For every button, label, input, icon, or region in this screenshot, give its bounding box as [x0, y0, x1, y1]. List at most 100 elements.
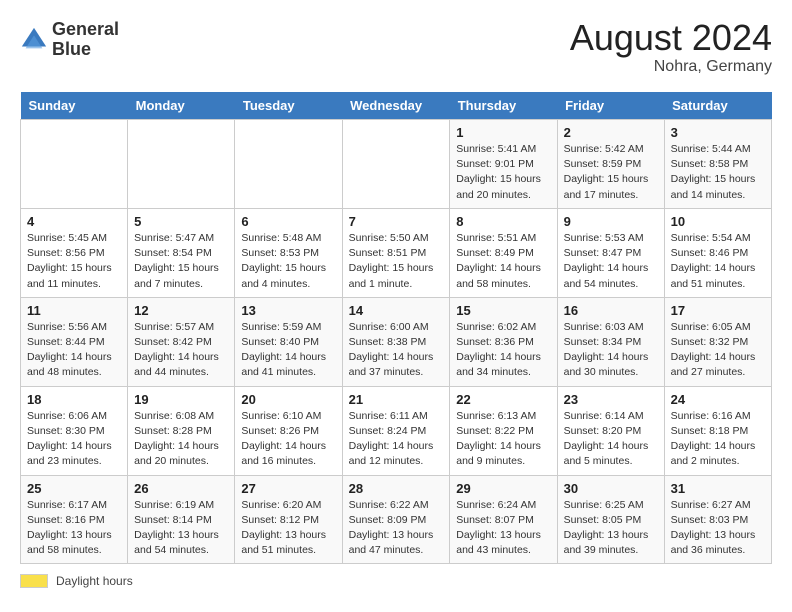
day-info: Sunrise: 5:53 AM Sunset: 8:47 PM Dayligh…	[564, 231, 658, 292]
day-number: 2	[564, 125, 658, 140]
day-number: 27	[241, 481, 335, 496]
day-number: 4	[27, 214, 121, 229]
day-cell: 19 Sunrise: 6:08 AM Sunset: 8:28 PM Dayli…	[128, 386, 235, 475]
day-cell: 13 Sunrise: 5:59 AM Sunset: 8:40 PM Dayli…	[235, 297, 342, 386]
weekday-friday: Friday	[557, 92, 664, 120]
day-info: Sunrise: 6:05 AM Sunset: 8:32 PM Dayligh…	[671, 320, 765, 381]
logo-line2: Blue	[52, 40, 119, 60]
day-info: Sunrise: 5:59 AM Sunset: 8:40 PM Dayligh…	[241, 320, 335, 381]
day-number: 18	[27, 392, 121, 407]
day-info: Sunrise: 6:25 AM Sunset: 8:05 PM Dayligh…	[564, 498, 658, 559]
day-number: 20	[241, 392, 335, 407]
day-number: 13	[241, 303, 335, 318]
day-info: Sunrise: 6:02 AM Sunset: 8:36 PM Dayligh…	[456, 320, 550, 381]
day-cell: 11Sunrise: 5:56 AM Sunset: 8:44 PM Dayli…	[21, 297, 128, 386]
day-cell: 8Sunrise: 5:51 AM Sunset: 8:49 PM Daylig…	[450, 208, 557, 297]
day-info: Sunrise: 6:16 AM Sunset: 8:18 PM Dayligh…	[671, 409, 765, 470]
week-row-2: 4 Sunrise: 5:45 AM Sunset: 8:56 PM Daylig…	[21, 208, 772, 297]
day-info: Sunrise: 5:41 AM Sunset: 9:01 PM Dayligh…	[456, 142, 550, 203]
day-info: Sunrise: 6:08 AM Sunset: 8:28 PM Dayligh…	[134, 409, 228, 470]
month-year: August 2024	[570, 20, 772, 56]
day-cell	[235, 120, 342, 209]
day-cell: 25Sunrise: 6:17 AM Sunset: 8:16 PM Dayli…	[21, 475, 128, 564]
day-info: Sunrise: 5:47 AM Sunset: 8:54 PM Dayligh…	[134, 231, 228, 292]
day-info: Sunrise: 6:14 AM Sunset: 8:20 PM Dayligh…	[564, 409, 658, 470]
day-number: 3	[671, 125, 765, 140]
day-info: Sunrise: 6:24 AM Sunset: 8:07 PM Dayligh…	[456, 498, 550, 559]
day-number: 12	[134, 303, 228, 318]
week-row-5: 25Sunrise: 6:17 AM Sunset: 8:16 PM Dayli…	[21, 475, 772, 564]
day-cell: 28 Sunrise: 6:22 AM Sunset: 8:09 PM Dayli…	[342, 475, 450, 564]
day-number: 1	[456, 125, 550, 140]
day-number: 30	[564, 481, 658, 496]
day-info: Sunrise: 5:45 AM Sunset: 8:56 PM Dayligh…	[27, 231, 121, 292]
day-info: Sunrise: 6:17 AM Sunset: 8:16 PM Dayligh…	[27, 498, 121, 559]
day-info: Sunrise: 6:19 AM Sunset: 8:14 PM Dayligh…	[134, 498, 228, 559]
day-cell: 7 Sunrise: 5:50 AM Sunset: 8:51 PM Daylig…	[342, 208, 450, 297]
day-cell: 16Sunrise: 6:03 AM Sunset: 8:34 PM Dayli…	[557, 297, 664, 386]
day-number: 8	[456, 214, 550, 229]
day-cell: 22 Sunrise: 6:13 AM Sunset: 8:22 PM Dayli…	[450, 386, 557, 475]
footer: Daylight hours	[20, 574, 772, 588]
weekday-monday: Monday	[128, 92, 235, 120]
logo-icon	[20, 26, 48, 54]
day-info: Sunrise: 6:27 AM Sunset: 8:03 PM Dayligh…	[671, 498, 765, 559]
day-number: 29	[456, 481, 550, 496]
location: Nohra, Germany	[570, 58, 772, 76]
day-cell: 6 Sunrise: 5:48 AM Sunset: 8:53 PM Daylig…	[235, 208, 342, 297]
day-info: Sunrise: 5:44 AM Sunset: 8:58 PM Dayligh…	[671, 142, 765, 203]
day-number: 16	[564, 303, 658, 318]
day-number: 14	[349, 303, 444, 318]
day-cell: 26 Sunrise: 6:19 AM Sunset: 8:14 PM Dayli…	[128, 475, 235, 564]
day-cell: 12Sunrise: 5:57 AM Sunset: 8:42 PM Dayli…	[128, 297, 235, 386]
day-cell: 5Sunrise: 5:47 AM Sunset: 8:54 PM Daylig…	[128, 208, 235, 297]
day-cell: 27 Sunrise: 6:20 AM Sunset: 8:12 PM Dayli…	[235, 475, 342, 564]
day-cell: 20Sunrise: 6:10 AM Sunset: 8:26 PM Dayli…	[235, 386, 342, 475]
day-info: Sunrise: 6:22 AM Sunset: 8:09 PM Dayligh…	[349, 498, 444, 559]
day-info: Sunrise: 5:48 AM Sunset: 8:53 PM Dayligh…	[241, 231, 335, 292]
week-row-1: 1 Sunrise: 5:41 AM Sunset: 9:01 PM Daylig…	[21, 120, 772, 209]
daylight-label: Daylight hours	[56, 574, 133, 588]
day-cell: 21Sunrise: 6:11 AM Sunset: 8:24 PM Dayli…	[342, 386, 450, 475]
day-cell: 15 Sunrise: 6:02 AM Sunset: 8:36 PM Dayli…	[450, 297, 557, 386]
day-cell	[21, 120, 128, 209]
weekday-wednesday: Wednesday	[342, 92, 450, 120]
day-number: 6	[241, 214, 335, 229]
day-number: 7	[349, 214, 444, 229]
day-cell: 4 Sunrise: 5:45 AM Sunset: 8:56 PM Daylig…	[21, 208, 128, 297]
day-cell: 14 Sunrise: 6:00 AM Sunset: 8:38 PM Dayli…	[342, 297, 450, 386]
day-cell: 9Sunrise: 5:53 AM Sunset: 8:47 PM Daylig…	[557, 208, 664, 297]
day-cell: 18Sunrise: 6:06 AM Sunset: 8:30 PM Dayli…	[21, 386, 128, 475]
calendar-table: SundayMondayTuesdayWednesdayThursdayFrid…	[20, 92, 772, 564]
weekday-sunday: Sunday	[21, 92, 128, 120]
day-cell: 17 Sunrise: 6:05 AM Sunset: 8:32 PM Dayli…	[664, 297, 771, 386]
day-number: 26	[134, 481, 228, 496]
day-cell: 2 Sunrise: 5:42 AM Sunset: 8:59 PM Daylig…	[557, 120, 664, 209]
day-info: Sunrise: 6:11 AM Sunset: 8:24 PM Dayligh…	[349, 409, 444, 470]
day-number: 22	[456, 392, 550, 407]
day-number: 28	[349, 481, 444, 496]
logo-line1: General	[52, 20, 119, 40]
day-number: 19	[134, 392, 228, 407]
day-cell	[128, 120, 235, 209]
title-block: August 2024 Nohra, Germany	[570, 20, 772, 76]
day-info: Sunrise: 6:13 AM Sunset: 8:22 PM Dayligh…	[456, 409, 550, 470]
day-info: Sunrise: 5:42 AM Sunset: 8:59 PM Dayligh…	[564, 142, 658, 203]
day-cell: 24Sunrise: 6:16 AM Sunset: 8:18 PM Dayli…	[664, 386, 771, 475]
day-info: Sunrise: 6:00 AM Sunset: 8:38 PM Dayligh…	[349, 320, 444, 381]
day-info: Sunrise: 6:20 AM Sunset: 8:12 PM Dayligh…	[241, 498, 335, 559]
day-number: 11	[27, 303, 121, 318]
day-number: 15	[456, 303, 550, 318]
day-info: Sunrise: 5:54 AM Sunset: 8:46 PM Dayligh…	[671, 231, 765, 292]
day-cell: 30 Sunrise: 6:25 AM Sunset: 8:05 PM Dayli…	[557, 475, 664, 564]
day-cell	[342, 120, 450, 209]
day-number: 31	[671, 481, 765, 496]
logo: General Blue	[20, 20, 119, 60]
day-cell: 3 Sunrise: 5:44 AM Sunset: 8:58 PM Daylig…	[664, 120, 771, 209]
weekday-saturday: Saturday	[664, 92, 771, 120]
weekday-tuesday: Tuesday	[235, 92, 342, 120]
weekday-thursday: Thursday	[450, 92, 557, 120]
day-number: 17	[671, 303, 765, 318]
day-info: Sunrise: 5:50 AM Sunset: 8:51 PM Dayligh…	[349, 231, 444, 292]
day-cell: 1 Sunrise: 5:41 AM Sunset: 9:01 PM Daylig…	[450, 120, 557, 209]
